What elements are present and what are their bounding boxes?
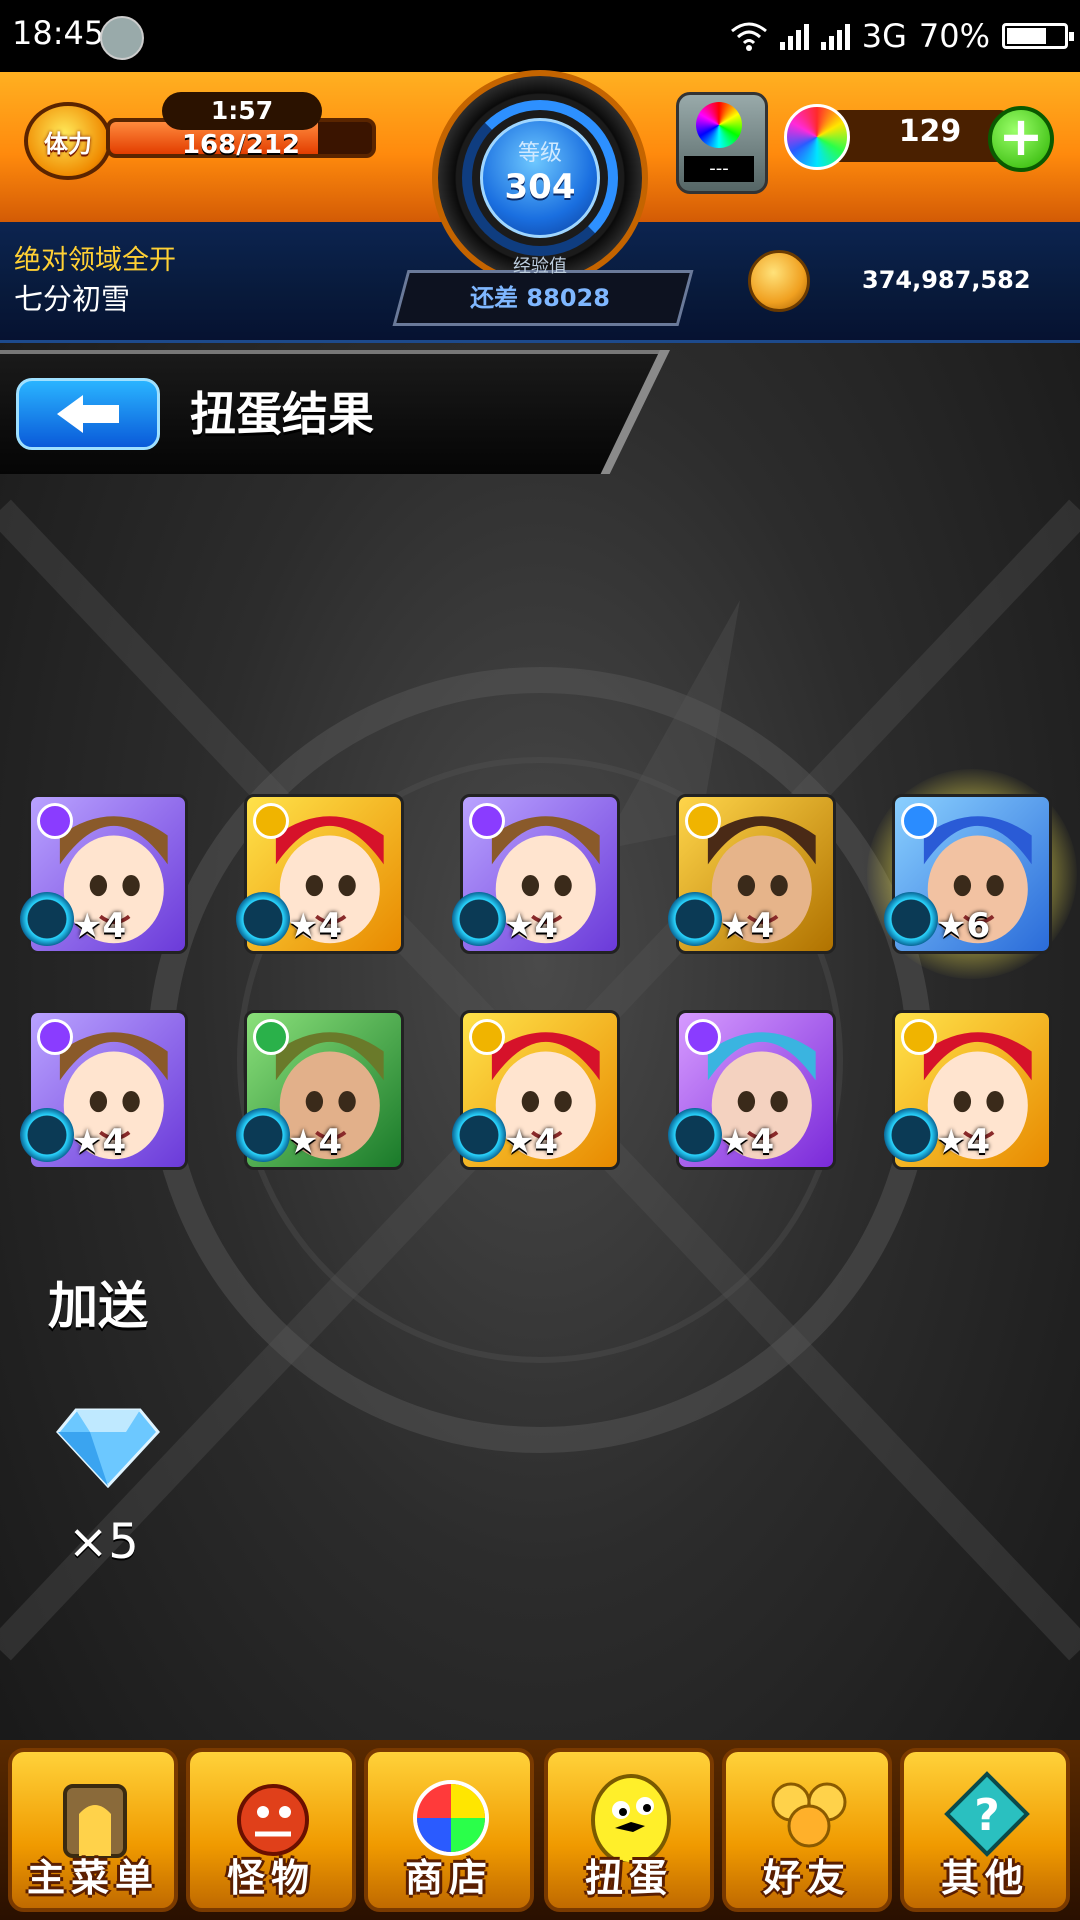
- nav-monster[interactable]: 怪物: [186, 1748, 356, 1912]
- element-orb-icon: [37, 803, 73, 839]
- element-orb-icon: [37, 1019, 73, 1055]
- signal-icon: [779, 22, 809, 50]
- element-orb-icon: [901, 1019, 937, 1055]
- monster-type-icon: [452, 892, 506, 946]
- monster-type-icon: [236, 892, 290, 946]
- battery-icon: [1002, 23, 1074, 49]
- monster-type-icon: [668, 892, 722, 946]
- element-orb-icon: [469, 803, 505, 839]
- nav-question[interactable]: ? 其他: [900, 1748, 1070, 1912]
- monster-type-icon: [884, 892, 938, 946]
- svg-text:?: ?: [974, 1790, 1000, 1841]
- page-title: 扭蛋结果: [190, 387, 374, 441]
- nav-label: 怪物: [226, 1856, 315, 1900]
- level-orb[interactable]: 等级 304: [480, 118, 600, 238]
- bonus-label: 加送: [48, 1277, 148, 1335]
- back-arrow-icon: [57, 395, 119, 433]
- buy-orbs-button[interactable]: +: [988, 106, 1054, 172]
- level-label: 等级: [517, 141, 562, 166]
- rarity-stars: ★4: [72, 1122, 127, 1162]
- monster-type-icon: [20, 1108, 74, 1162]
- rarity-stars: ★4: [288, 906, 343, 946]
- level-value: 304: [504, 167, 576, 207]
- nav-label: 其他: [940, 1856, 1029, 1900]
- exp-label: 经验值: [513, 256, 567, 277]
- stamina-badge: 体力: [24, 102, 112, 180]
- rarity-stars: ★6: [936, 906, 991, 946]
- nav-label: 扭蛋: [584, 1856, 673, 1900]
- quest-title: 绝对领域全开: [14, 245, 176, 276]
- nav-label: 主菜单: [26, 1856, 159, 1900]
- nav-gate[interactable]: 主菜单: [8, 1748, 178, 1912]
- rarity-stars: ★4: [72, 906, 127, 946]
- element-orb-icon: [253, 1019, 289, 1055]
- wifi-icon: [730, 22, 767, 51]
- rarity-stars: ★4: [720, 1122, 775, 1162]
- back-button[interactable]: [16, 378, 160, 450]
- gem-count: ×5: [68, 1514, 139, 1570]
- element-orb-icon: [685, 1019, 721, 1055]
- nav-orb[interactable]: 商店: [364, 1748, 534, 1912]
- rarity-stars: ★4: [288, 1122, 343, 1162]
- element-orb-icon: [253, 803, 289, 839]
- rarity-stars: ★4: [504, 1122, 559, 1162]
- status-time: 18:45: [12, 14, 105, 52]
- exp-remaining: 还差 88028: [470, 284, 610, 312]
- monster-type-icon: [668, 1108, 722, 1162]
- element-orb-icon: [469, 1019, 505, 1055]
- element-orb-icon: [685, 803, 721, 839]
- orb-slot-icon: [696, 102, 742, 148]
- orb-slot-value: ---: [684, 156, 754, 182]
- nav-friends[interactable]: 好友: [722, 1748, 892, 1912]
- monster-type-icon: [236, 1108, 290, 1162]
- monster-type-icon: [452, 1108, 506, 1162]
- monster-type-icon: [884, 1108, 938, 1162]
- coin-amount: 374,987,582: [862, 266, 1031, 294]
- nav-egg[interactable]: 扭蛋: [544, 1748, 714, 1912]
- nav-label: 好友: [762, 1856, 851, 1900]
- nav-label: 商店: [404, 1856, 493, 1900]
- status-bar: 18:45 3G 70%: [0, 0, 1080, 72]
- gacha-result-screen: 18:45 3G 70% 体力 1:57 168/212 等级 304 经验值 …: [0, 0, 1080, 1920]
- stamina-timer: 1:57: [162, 92, 322, 130]
- player-name: 七分初雪: [14, 282, 131, 316]
- element-orb-icon: [901, 803, 937, 839]
- notification-app-icon: [100, 16, 144, 60]
- battery-percent: 70%: [918, 17, 990, 55]
- rarity-stars: ★4: [720, 906, 775, 946]
- diamond-icon: [56, 1408, 160, 1488]
- coin-icon: [748, 250, 810, 312]
- rarity-stars: ★4: [504, 906, 559, 946]
- status-indicators: 3G 70%: [730, 14, 1074, 58]
- network-type: 3G: [861, 17, 907, 55]
- stamina-value: 168/212: [181, 130, 301, 160]
- monster-type-icon: [20, 892, 74, 946]
- rarity-stars: ★4: [936, 1122, 991, 1162]
- orb-count: 129: [898, 114, 962, 149]
- signal-icon-2: [820, 22, 850, 50]
- rainbow-orb-icon: [784, 104, 850, 170]
